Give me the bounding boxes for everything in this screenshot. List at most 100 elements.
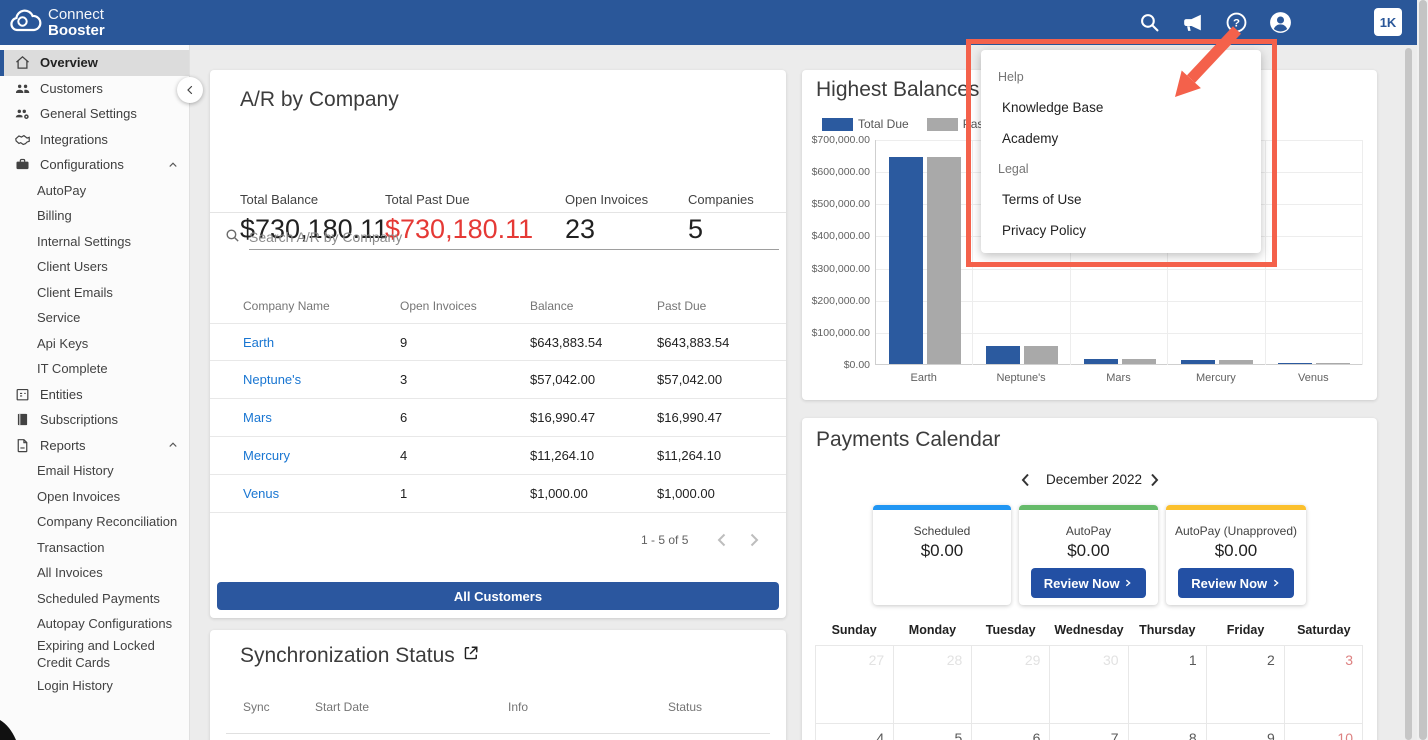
cell-past-due: $1,000.00 — [657, 486, 786, 501]
sidebar-item-billing[interactable]: Billing — [0, 203, 189, 229]
chevron-up-icon[interactable] — [167, 159, 179, 171]
configurations-icon — [14, 156, 31, 173]
ar-search-row — [224, 225, 779, 250]
sidebar-item-client-emails[interactable]: Client Emails — [0, 280, 189, 306]
column-header-balance: Balance — [530, 299, 657, 313]
sidebar-item-autopay[interactable]: AutoPay — [0, 178, 189, 204]
sidebar-item-label: IT Complete — [37, 361, 108, 376]
sidebar-item-label: AutoPay — [37, 183, 86, 198]
sidebar-item-client-users[interactable]: Client Users — [0, 254, 189, 280]
review-now-button[interactable]: Review Now — [1031, 568, 1146, 598]
sidebar-item-general-settings[interactable]: General Settings — [0, 101, 189, 127]
calendar-cell-5[interactable]: 5 — [894, 724, 972, 740]
search-icon — [224, 227, 241, 244]
x-tick-label-earth: Earth — [875, 372, 972, 384]
sidebar-item-overview[interactable]: Overview — [0, 50, 189, 76]
prev-month-icon[interactable] — [1014, 468, 1038, 492]
kaseya-badge[interactable]: 1K — [1374, 8, 1402, 36]
search-icon[interactable] — [1137, 10, 1162, 35]
content-scrollbar[interactable] — [1405, 48, 1412, 740]
sidebar-item-all-invoices[interactable]: All Invoices — [0, 560, 189, 586]
sidebar-item-autopay-configurations[interactable]: Autopay Configurations — [0, 611, 189, 637]
sync-column-info: Info — [508, 700, 668, 714]
sidebar-item-label: Subscriptions — [40, 412, 118, 427]
sidebar-item-scheduled-payments[interactable]: Scheduled Payments — [0, 586, 189, 612]
page-scrollbar-track — [1417, 0, 1428, 740]
connectbooster-logo[interactable]: Connect Booster — [8, 6, 105, 39]
sidebar-item-api-keys[interactable]: Api Keys — [0, 331, 189, 357]
company-link[interactable]: Mercury — [243, 448, 290, 463]
sidebar-item-label: Entities — [40, 387, 83, 402]
help-menu-item-privacy-policy[interactable]: Privacy Policy — [981, 215, 1261, 246]
stat-label: Companies — [688, 192, 754, 207]
company-link[interactable]: Venus — [243, 486, 279, 501]
calendar-cell-9[interactable]: 9 — [1207, 724, 1285, 740]
calendar-cell-10[interactable]: 10 — [1285, 724, 1363, 740]
chevron-up-icon[interactable] — [167, 439, 179, 451]
sidebar-item-transaction[interactable]: Transaction — [0, 535, 189, 561]
pagination-next-icon[interactable] — [742, 528, 766, 552]
calendar-cell-30[interactable]: 30 — [1050, 646, 1128, 724]
all-customers-button[interactable]: All Customers — [217, 582, 779, 610]
calendar-cell-8[interactable]: 8 — [1129, 724, 1207, 740]
calendar-cell-3[interactable]: 3 — [1285, 646, 1363, 724]
page-scrollbar-thumb[interactable] — [1419, 0, 1427, 740]
reports-icon — [14, 437, 31, 454]
calendar-cell-29[interactable]: 29 — [972, 646, 1050, 724]
calendar-cell-1[interactable]: 1 — [1129, 646, 1207, 724]
day-header-friday: Friday — [1206, 623, 1284, 637]
company-link[interactable]: Earth — [243, 335, 274, 350]
sidebar-item-label: Customers — [40, 81, 103, 96]
external-link-icon[interactable] — [462, 644, 480, 668]
summary-card-autopay: AutoPay$0.00Review Now — [1019, 505, 1158, 605]
help-icon[interactable]: ? — [1224, 10, 1249, 35]
sidebar-item-entities[interactable]: Entities — [0, 382, 189, 408]
cell-company: Mercury — [243, 448, 400, 463]
company-link[interactable]: Mars — [243, 410, 272, 425]
sidebar-collapse-button[interactable] — [177, 77, 203, 103]
calendar-cell-7[interactable]: 7 — [1050, 724, 1128, 740]
brand-line1: Connect — [48, 7, 105, 23]
account-icon[interactable] — [1268, 10, 1293, 35]
cell-open-invoices: 1 — [400, 486, 530, 501]
sidebar-item-service[interactable]: Service — [0, 305, 189, 331]
bar-total-due-neptune-s — [986, 346, 1020, 364]
calendar-cell-28[interactable]: 28 — [894, 646, 972, 724]
sidebar-item-it-complete[interactable]: IT Complete — [0, 356, 189, 382]
summary-amount: $0.00 — [1166, 541, 1306, 561]
sidebar-item-label: Scheduled Payments — [37, 591, 160, 606]
sidebar-item-integrations[interactable]: Integrations — [0, 127, 189, 153]
sidebar-item-internal-settings[interactable]: Internal Settings — [0, 229, 189, 255]
announcements-icon[interactable] — [1180, 10, 1205, 35]
review-now-button[interactable]: Review Now — [1178, 568, 1293, 598]
calendar-cell-4[interactable]: 4 — [816, 724, 894, 740]
help-menu-item-knowledge-base[interactable]: Knowledge Base — [981, 92, 1261, 123]
sidebar-item-customers[interactable]: Customers — [0, 76, 189, 102]
pagination-prev-icon[interactable] — [710, 528, 734, 552]
search-input[interactable] — [249, 225, 779, 250]
sidebar-item-subscriptions[interactable]: Subscriptions — [0, 407, 189, 433]
help-menu-item-terms-of-use[interactable]: Terms of Use — [981, 184, 1261, 215]
next-month-icon[interactable] — [1142, 468, 1166, 492]
calendar-cell-6[interactable]: 6 — [972, 724, 1050, 740]
legend-swatch — [822, 118, 853, 131]
help-menu-item-academy[interactable]: Academy — [981, 123, 1261, 154]
sidebar-item-email-history[interactable]: Email History — [0, 458, 189, 484]
x-tick-label-neptune-s: Neptune's — [972, 372, 1069, 384]
sidebar-item-open-invoices[interactable]: Open Invoices — [0, 484, 189, 510]
cell-past-due: $57,042.00 — [657, 372, 786, 387]
column-header-company-name: Company Name — [243, 299, 400, 313]
sidebar-item-reports[interactable]: Reports — [0, 433, 189, 459]
sidebar-item-configurations[interactable]: Configurations — [0, 152, 189, 178]
cell-past-due: $11,264.10 — [657, 448, 786, 463]
sidebar-item-label: Autopay Configurations — [37, 616, 172, 631]
calendar-cell-2[interactable]: 2 — [1207, 646, 1285, 724]
table-row: Earth9$643,883.54$643,883.54 — [210, 323, 786, 361]
sidebar-item-expiring-and-locked-credit-cards[interactable]: Expiring and Locked Credit Cards — [0, 637, 189, 673]
calendar-cell-27[interactable]: 27 — [816, 646, 894, 724]
sidebar-item-login-history[interactable]: Login History — [0, 673, 189, 699]
cell-open-invoices: 3 — [400, 372, 530, 387]
company-link[interactable]: Neptune's — [243, 372, 301, 387]
payments-calendar-card: Payments Calendar December 2022 Schedule… — [802, 418, 1377, 740]
sidebar-item-company-reconciliation[interactable]: Company Reconciliation — [0, 509, 189, 535]
